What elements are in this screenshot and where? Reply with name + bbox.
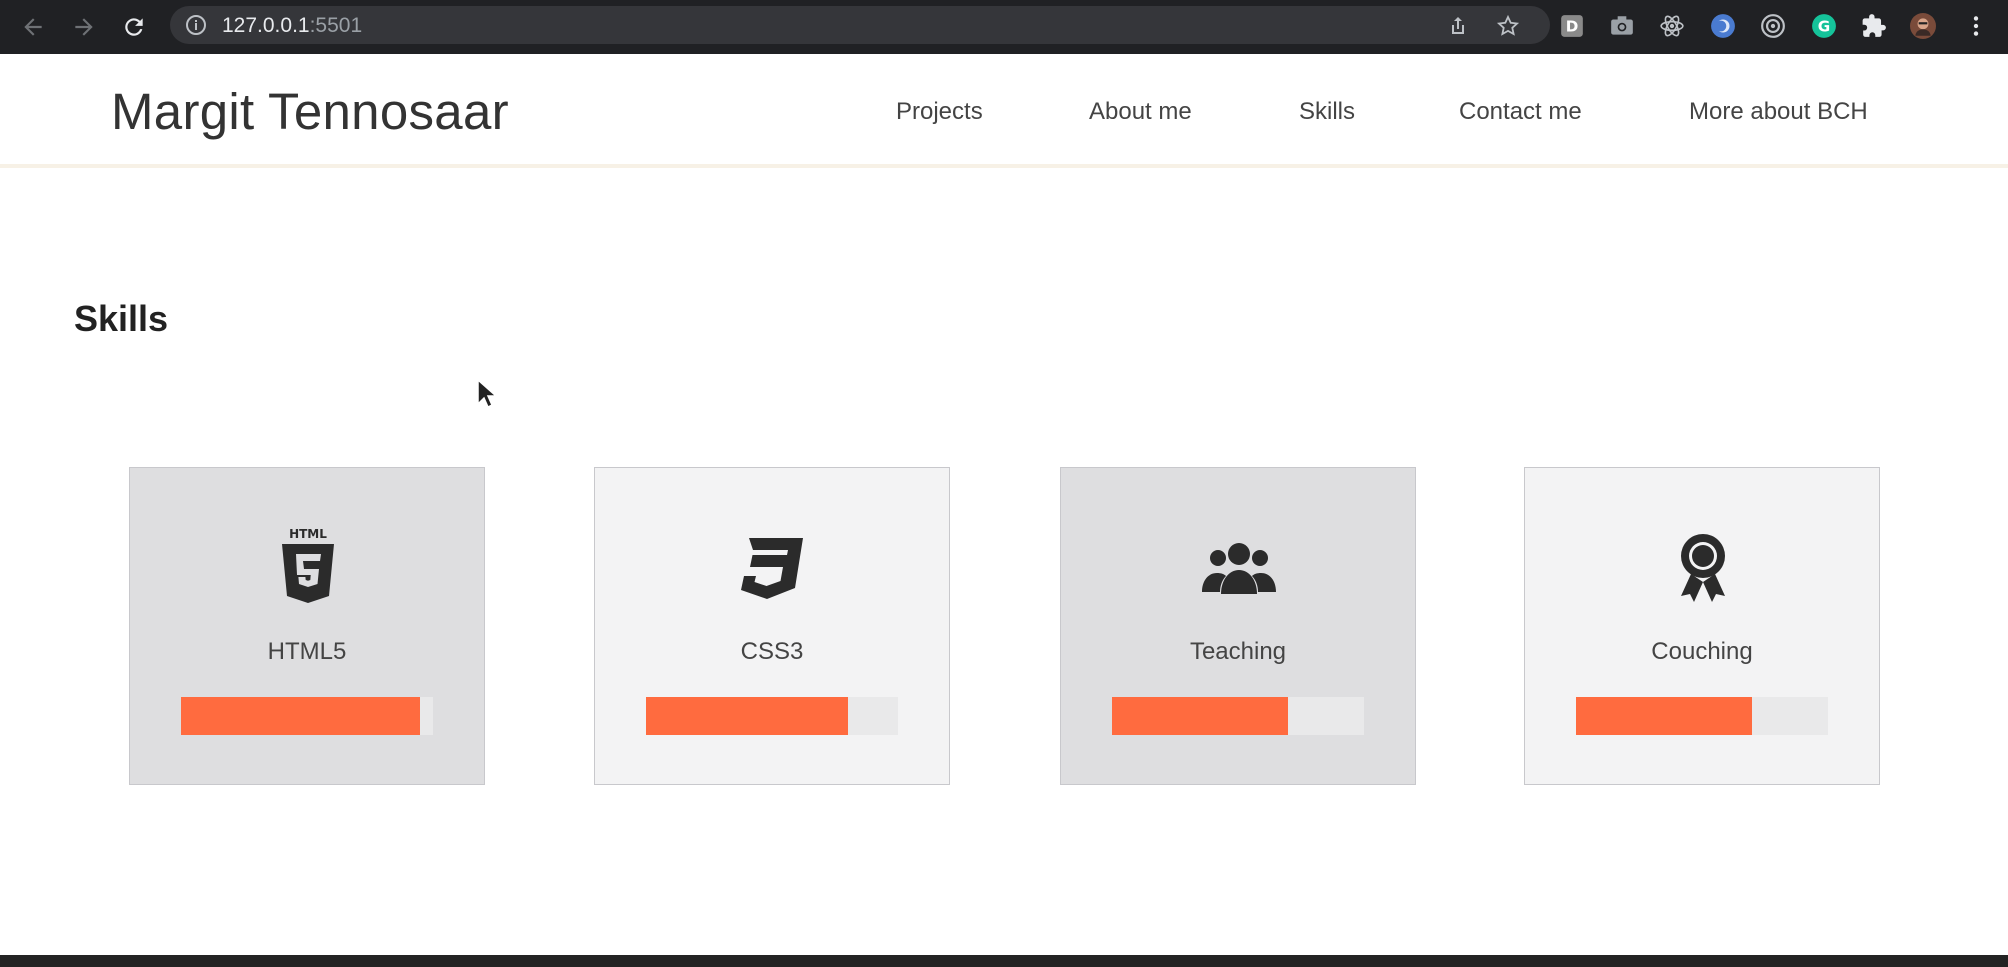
site-info-icon[interactable] bbox=[184, 13, 208, 37]
skill-label: Teaching bbox=[1189, 638, 1287, 665]
target-extension-icon[interactable] bbox=[1759, 12, 1787, 40]
mouse-cursor-icon bbox=[477, 378, 498, 409]
footer-bar bbox=[0, 955, 2008, 967]
url-text: 127.0.0.1:5501 bbox=[222, 14, 362, 38]
blue-circle-extension-icon[interactable] bbox=[1709, 12, 1737, 40]
browser-toolbar: 127.0.0.1:5501 D G bbox=[0, 0, 2008, 54]
svg-text:HTML: HTML bbox=[289, 527, 327, 541]
svg-text:G: G bbox=[1818, 17, 1830, 35]
menu-kebab-icon[interactable] bbox=[1962, 12, 1990, 40]
nav-link-skills[interactable]: Skills bbox=[1299, 98, 1355, 126]
react-devtools-icon[interactable] bbox=[1658, 12, 1686, 40]
skill-card-html5: HTML HTML5 bbox=[129, 467, 485, 785]
skill-label: Couching bbox=[1651, 638, 1753, 665]
css3-icon bbox=[741, 538, 803, 599]
back-icon[interactable] bbox=[15, 9, 51, 45]
address-bar[interactable]: 127.0.0.1:5501 bbox=[170, 6, 1550, 44]
html5-icon: HTML bbox=[282, 527, 334, 603]
skill-progress-track bbox=[181, 697, 433, 735]
bookmark-star-icon[interactable] bbox=[1496, 14, 1520, 38]
nav-link-more-about-bch[interactable]: More about BCH bbox=[1689, 98, 1868, 126]
share-icon[interactable] bbox=[1446, 14, 1470, 38]
people-group-icon bbox=[1202, 543, 1276, 594]
nav-link-about-me[interactable]: About me bbox=[1089, 98, 1192, 126]
site-brand[interactable]: Margit Tennosaar bbox=[111, 82, 509, 141]
skill-card-teaching: Teaching bbox=[1060, 467, 1416, 785]
award-ribbon-icon bbox=[1681, 534, 1725, 602]
reload-icon[interactable] bbox=[116, 9, 152, 45]
extensions-puzzle-icon[interactable] bbox=[1860, 12, 1888, 40]
nav-link-projects[interactable]: Projects bbox=[896, 98, 983, 126]
url-host: 127.0.0.1 bbox=[222, 14, 310, 37]
url-port: :5501 bbox=[309, 14, 363, 37]
skill-progress-fill bbox=[1576, 697, 1753, 735]
camera-extension-icon[interactable] bbox=[1608, 12, 1636, 40]
skill-progress-track bbox=[1576, 697, 1828, 735]
site-header: Margit Tennosaar Projects About me Skill… bbox=[0, 54, 2008, 168]
svg-text:D: D bbox=[1566, 17, 1579, 35]
forward-icon[interactable] bbox=[66, 9, 102, 45]
skill-card-css3: CSS3 bbox=[594, 467, 950, 785]
nav-link-contact-me[interactable]: Contact me bbox=[1459, 98, 1582, 126]
grammarly-icon[interactable]: G bbox=[1810, 12, 1838, 40]
skill-label: HTML5 bbox=[267, 638, 347, 665]
skill-progress-fill bbox=[181, 697, 421, 735]
skill-progress-track bbox=[1112, 697, 1364, 735]
extension-d-icon[interactable]: D bbox=[1558, 12, 1586, 40]
skill-progress-track bbox=[646, 697, 898, 735]
profile-avatar[interactable] bbox=[1909, 12, 1937, 40]
skill-progress-fill bbox=[646, 697, 848, 735]
skill-label: CSS3 bbox=[740, 638, 804, 665]
skill-card-couching: Couching bbox=[1524, 467, 1880, 785]
section-title: Skills bbox=[74, 298, 169, 339]
skill-progress-fill bbox=[1112, 697, 1289, 735]
